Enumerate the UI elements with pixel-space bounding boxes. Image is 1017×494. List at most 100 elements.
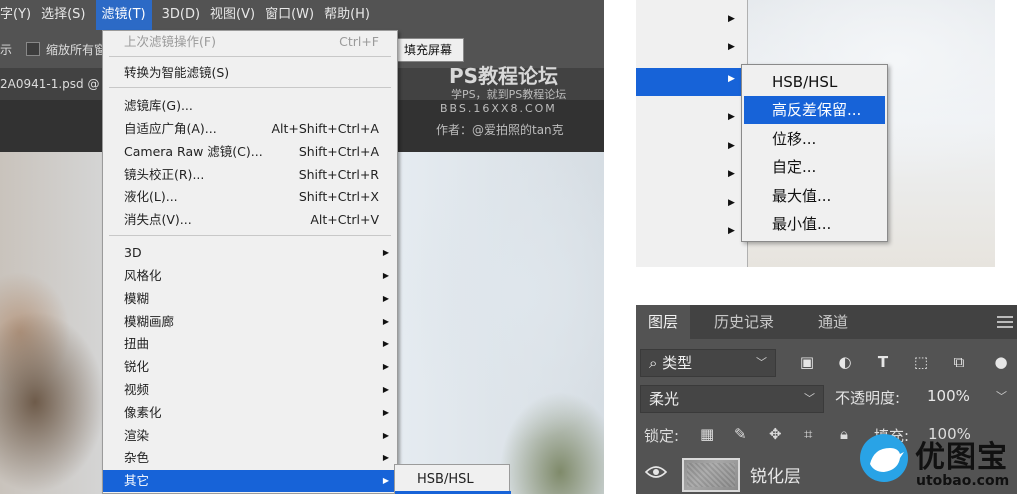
other-submenu-preview: HSB/HSL [394,464,511,494]
menu-bar: 字(Y) 选择(S) 滤镜(T) 3D(D) 视图(V) 窗口(W) 帮助(H) [0,0,604,30]
logo-text: 优图宝 [915,440,1008,475]
lock-transparent-icon[interactable]: ▦ [700,425,714,443]
search-icon: ⌕ [649,354,663,372]
filter-type-dropdown[interactable]: ⌕ 类型 ﹀ [640,349,776,377]
image-filter-icon[interactable]: ▣ [798,353,816,371]
filter-toggle-icon[interactable]: ● [992,353,1010,371]
submenu-item-offset[interactable]: 位移... [744,125,885,153]
menu-item-liquify[interactable]: 液化(L)... Shift+Ctrl+X [103,186,397,208]
menu-item-noise[interactable]: 杂色 ▶ [103,447,397,469]
submenu-item-hsb-hsl[interactable]: HSB/HSL [744,68,885,96]
submenu-item-maximum[interactable]: 最大值... [744,182,885,210]
submenu-arrow-icon: ▶ [382,248,389,257]
menu-item-stylize[interactable]: 风格化 ▶ [103,265,397,287]
visibility-eye-icon[interactable] [645,465,667,479]
zoom-all-checkbox[interactable] [26,42,41,56]
submenu-arrow-icon: ▶ [382,453,389,462]
tab-channels[interactable]: 通道 [806,305,860,339]
submenu-item-minimum[interactable]: 最小值... [744,210,885,238]
layer-thumbnail[interactable] [682,458,740,492]
logo-url: utobao.com [916,473,1010,489]
opacity-input[interactable]: 100% [927,387,970,405]
lock-artboard-icon[interactable]: ⌗ [804,425,812,443]
submenu-arrow-icon: ▶ [728,198,735,208]
parent-menu-highlight[interactable]: ▶ [636,68,744,96]
menu-item-blur[interactable]: 模糊 ▶ [103,288,397,310]
panel-menu-icon[interactable] [997,316,1013,328]
menu-item-filter-gallery[interactable]: 滤镜库(G)... [103,95,397,117]
menu-item-other[interactable]: 其它 ▶ [103,470,397,492]
lock-all-icon[interactable]: 🔒︎ [840,425,848,443]
submenu-arrow-icon: ▶ [728,112,735,122]
menu-select[interactable]: 选择(S) [41,0,95,30]
lock-position-icon[interactable]: ✥ [769,425,782,443]
submenu-item-custom[interactable]: 自定... [744,153,885,181]
parent-menu-strip: ▶ ▶ ▶ ▶ ▶ ▶ ▶ ▶ [636,0,748,267]
menu-type[interactable]: 字(Y) [0,0,41,30]
menu-3d[interactable]: 3D(D) [162,0,210,30]
menu-separator [109,87,391,88]
submenu-arrow-icon: ▶ [382,431,389,440]
menu-separator [109,56,391,57]
lock-brush-icon[interactable]: ✎ [734,425,747,443]
menu-item-render[interactable]: 渲染 ▶ [103,425,397,447]
other-submenu: HSB/HSL 高反差保留... 位移... 自定... 最大值... 最小值.… [741,64,888,242]
submenu-arrow-icon: ▶ [728,141,735,151]
submenu-arrow-icon: ▶ [382,294,389,303]
menu-item-blur-gallery[interactable]: 模糊画廊 ▶ [103,311,397,333]
chevron-down-icon: ﹀ [804,392,815,405]
text-filter-icon[interactable]: T [874,353,892,371]
menu-item-pixelate[interactable]: 像素化 ▶ [103,402,397,424]
menu-item-lens-correction[interactable]: 镜头校正(R)... Shift+Ctrl+R [103,164,397,186]
submenu-arrow-icon: ▶ [382,408,389,417]
menu-item-distort[interactable]: 扭曲 ▶ [103,333,397,355]
submenu-arrow-icon: ▶ [382,339,389,348]
bird-logo-icon [860,434,908,482]
menu-item-3d[interactable]: 3D ▶ [103,242,397,264]
menu-item-smart-filter[interactable]: 转换为智能滤镜(S) [103,62,397,84]
utobao-logo: 优图宝 utobao.com [860,432,1017,494]
menu-item-adaptive-wide-angle[interactable]: 自适应广角(A)... Alt+Shift+Ctrl+A [103,118,397,140]
submenu-item-high-pass[interactable]: 高反差保留... [744,96,885,124]
submenu-arrow-icon: ▶ [382,385,389,394]
menu-separator [109,235,391,236]
zoom-all-label: 缩放所有窗 [46,42,107,57]
filter-menu-dropdown: 上次滤镜操作(F) Ctrl+F 转换为智能滤镜(S) 滤镜库(G)... 自适应… [102,30,398,494]
submenu-item-hsb-hsl[interactable]: HSB/HSL [395,465,509,494]
watermark-url: BBS.16XX8.COM [440,102,557,115]
adjustment-filter-icon[interactable]: ◐ [836,353,854,371]
watermark-subtitle: 学PS，就到PS教程论坛 [451,88,567,101]
watermark-author: 作者：@爱拍照的tan克 [436,123,564,137]
menu-help[interactable]: 帮助(H) [324,0,380,30]
menu-window[interactable]: 窗口(W) [265,0,324,30]
layer-filter-row: ⌕ 类型 ﹀ ▣ ◐ T ⬚ ⧉ ● [636,345,1017,379]
layer-name[interactable]: 锐化层 [750,462,801,487]
submenu-arrow-icon: ▶ [382,362,389,371]
chevron-down-icon: ﹀ [756,356,767,369]
blend-mode-dropdown[interactable]: 柔光 ﹀ [640,385,824,413]
menu-item-last-filter[interactable]: 上次滤镜操作(F) Ctrl+F [103,31,397,53]
menu-filter[interactable]: 滤镜(T) [95,0,152,30]
menu-item-sharpen[interactable]: 锐化 ▶ [103,356,397,378]
submenu-arrow-icon: ▶ [728,169,735,179]
panel-tab-bar: 图层 历史记录 通道 [636,305,1017,339]
menu-item-camera-raw[interactable]: Camera Raw 滤镜(C)... Shift+Ctrl+A [103,141,397,163]
tab-history[interactable]: 历史记录 [702,305,786,339]
menu-item-video[interactable]: 视频 ▶ [103,379,397,401]
tab-layers[interactable]: 图层 [636,305,691,339]
composite-screenshot: 字(Y) 选择(S) 滤镜(T) 3D(D) 视图(V) 窗口(W) 帮助(H)… [0,0,1017,494]
document-tab[interactable]: 2A0941-1.psd @ [0,77,99,91]
options-fragment: 示 [0,42,13,57]
submenu-arrow-icon: ▶ [728,14,735,24]
other-submenu-closeup: ▶ ▶ ▶ ▶ ▶ ▶ ▶ ▶ HSB/HSL 高反差保留... 位移... 自… [636,0,995,267]
shape-filter-icon[interactable]: ⬚ [912,353,930,371]
submenu-arrow-icon: ▶ [382,271,389,280]
photoshop-window: 字(Y) 选择(S) 滤镜(T) 3D(D) 视图(V) 窗口(W) 帮助(H)… [0,0,604,494]
submenu-arrow-icon: ▶ [382,476,389,485]
chevron-down-icon[interactable]: ﹀ [996,388,1007,404]
fill-screen-button[interactable]: 填充屏幕 [392,38,464,62]
submenu-arrow-icon: ▶ [382,317,389,326]
menu-item-vanishing-point[interactable]: 消失点(V)... Alt+Ctrl+V [103,209,397,231]
smart-object-filter-icon[interactable]: ⧉ [950,353,968,371]
menu-view[interactable]: 视图(V) [210,0,265,30]
